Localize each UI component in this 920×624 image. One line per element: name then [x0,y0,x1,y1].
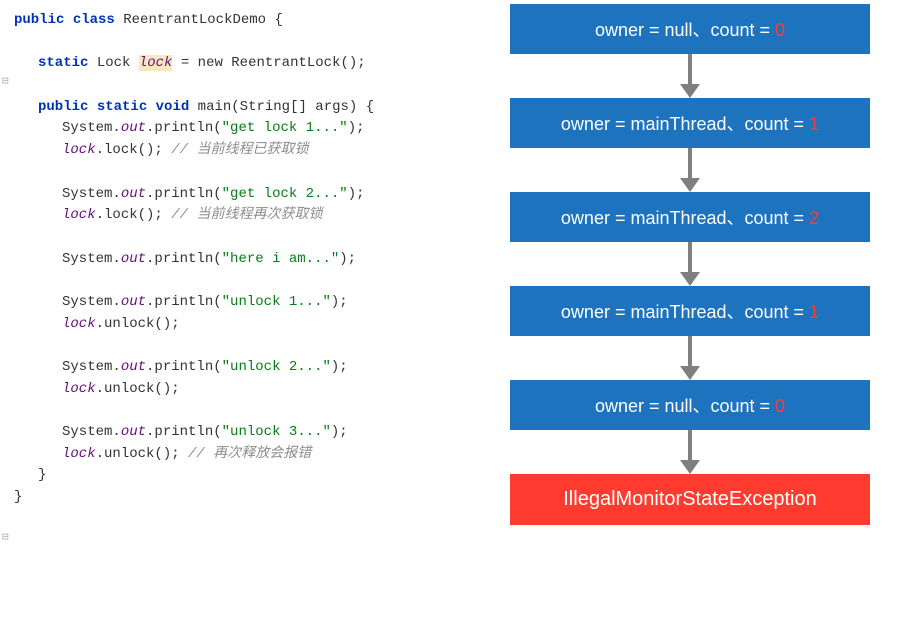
state-box: owner = null、count = 0 [510,380,870,430]
code-line: static Lock lock = new ReentrantLock(); [14,53,460,75]
code-line: System.out.println("get lock 1..."); [14,118,460,140]
code-line: lock.lock(); // 当前线程再次获取锁 [14,205,460,227]
code-pane: ⊟ ⊟ public class ReentrantLockDemo { sta… [0,0,460,624]
code-line: } [14,465,460,487]
code-line: } [14,487,460,509]
code-line: lock.unlock(); // 再次释放会报错 [14,444,460,466]
arrow-down-icon [510,54,870,98]
code-line: lock.unlock(); [14,314,460,336]
code-line [14,162,460,184]
arrow-down-icon [510,242,870,286]
arrow-down-icon [510,430,870,474]
gutter: ⊟ ⊟ [0,0,12,624]
code-line [14,227,460,249]
exception-box: IllegalMonitorStateException [510,474,870,525]
fold-marker-icon[interactable]: ⊟ [2,530,9,547]
state-box: owner = mainThread、count = 2 [510,192,870,242]
code-line: System.out.println("unlock 3..."); [14,422,460,444]
code-line: System.out.println("unlock 1..."); [14,292,460,314]
fold-marker-icon[interactable]: ⊟ [2,74,9,91]
code-line [14,32,460,54]
arrow-down-icon [510,148,870,192]
code-line [14,400,460,422]
code-line: public static void main(String[] args) { [14,97,460,119]
code-line: System.out.println("get lock 2..."); [14,184,460,206]
state-box: owner = mainThread、count = 1 [510,286,870,336]
states-container: owner = null、count = 0 owner = mainThread… [510,4,870,525]
code-line [14,335,460,357]
code-line: System.out.println("here i am..."); [14,249,460,271]
code-line: public class ReentrantLockDemo { [14,10,460,32]
code-line: System.out.println("unlock 2..."); [14,357,460,379]
code-line [14,270,460,292]
code-line [14,75,460,97]
state-box: owner = mainThread、count = 1 [510,98,870,148]
code-line: lock.unlock(); [14,379,460,401]
state-box: owner = null、count = 0 [510,4,870,54]
diagram-pane: owner = null、count = 0 owner = mainThread… [460,0,920,624]
code-line: lock.lock(); // 当前线程已获取锁 [14,140,460,162]
arrow-down-icon [510,336,870,380]
